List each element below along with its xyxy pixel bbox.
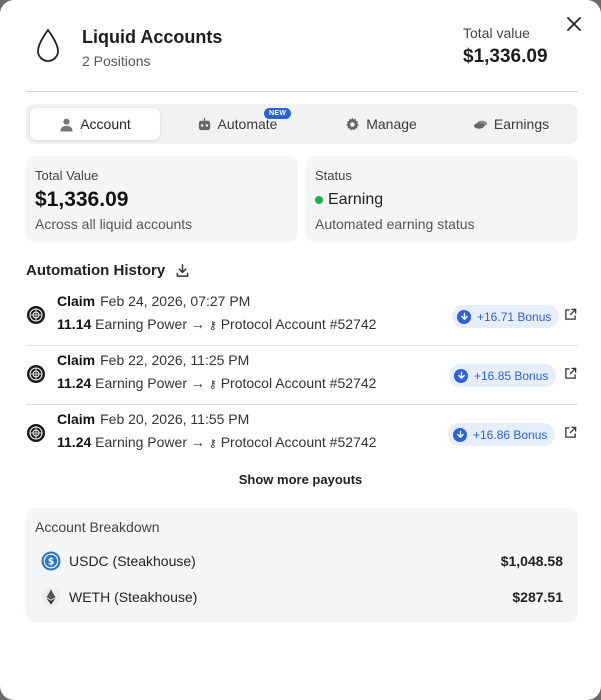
download-icon[interactable]	[175, 263, 190, 278]
section-title: Automation History	[26, 262, 166, 279]
total-value: $1,336.09	[463, 46, 548, 67]
key-icon: ⚷	[208, 320, 217, 332]
timestamp: Feb 20, 2026, 11:55 PM	[100, 411, 250, 427]
user-icon	[60, 118, 73, 132]
gear-icon	[346, 117, 360, 130]
tab-account[interactable]: Account	[30, 108, 160, 140]
action-label: Claim	[57, 293, 96, 309]
tab-label: Earnings	[493, 116, 550, 132]
external-link-icon[interactable]	[564, 426, 577, 439]
automation-history-title: Automation History	[26, 262, 190, 279]
positions-count: 2 Positions	[82, 53, 151, 69]
bonus-badge[interactable]: +16.71 Bonus	[452, 305, 560, 328]
asset-value: $287.51	[512, 589, 563, 605]
history-row-heading: Claim Feb 24, 2026, 07:27 PM	[57, 293, 250, 309]
section-title: Account Breakdown	[35, 519, 160, 535]
show-more-payouts-button[interactable]: Show more payouts	[0, 472, 601, 487]
history-row: Claim Feb 24, 2026, 07:27 PM 11.14 Earnin…	[26, 287, 578, 346]
amount: 11.24	[57, 434, 92, 450]
action-label: Claim	[57, 352, 96, 368]
robot-icon	[198, 117, 210, 130]
amount: 11.24	[57, 375, 92, 391]
history-row-detail: 11.24 Earning Power → ⚷ Protocol Account…	[57, 434, 376, 450]
liquid-accounts-modal: Liquid Accounts 2 Positions Total value …	[0, 0, 601, 700]
timestamp: Feb 24, 2026, 07:27 PM	[100, 293, 251, 309]
eth-icon	[41, 587, 61, 607]
droplet-icon	[37, 28, 59, 62]
timestamp: Feb 22, 2026, 11:25 PM	[100, 352, 250, 368]
history-row-heading: Claim Feb 20, 2026, 11:55 PM	[57, 411, 249, 427]
target-account: Protocol Account #52742	[220, 434, 377, 450]
history-row-detail: 11.14 Earning Power → ⚷ Protocol Account…	[57, 316, 376, 332]
key-icon: ⚷	[208, 438, 217, 450]
bonus-badge[interactable]: +16.86 Bonus	[448, 423, 556, 446]
usdc-icon: $	[41, 551, 61, 571]
target-account: Protocol Account #52742	[220, 316, 377, 332]
card-label: Status	[315, 168, 352, 183]
history-row-detail: 11.24 Earning Power → ⚷ Protocol Account…	[57, 375, 376, 391]
header-divider	[26, 91, 578, 92]
power-label: Earning Power	[95, 316, 187, 332]
key-icon: ⚷	[208, 379, 217, 391]
asset-name: WETH (Steakhouse)	[69, 589, 198, 605]
status-card: Status Earning Automated earning status	[306, 156, 578, 242]
svg-text:$: $	[48, 557, 55, 568]
arrow-icon: →	[190, 375, 205, 391]
power-label: Earning Power	[95, 434, 187, 450]
arrow-icon: →	[190, 434, 205, 450]
page-title: Liquid Accounts	[82, 27, 223, 47]
protocol-icon	[27, 424, 45, 442]
bonus-text: +16.71 Bonus	[477, 309, 552, 324]
tab-bar: Account Automate Manage Earnings	[26, 104, 578, 144]
action-label: Claim	[57, 411, 96, 427]
status-value: Earning	[315, 191, 383, 209]
bonus-text: +16.86 Bonus	[473, 427, 548, 442]
breakdown-item-weth: WETH (Steakhouse) $287.51	[41, 587, 563, 609]
total-value-card: Total Value $1,336.09 Across all liquid …	[26, 156, 298, 242]
protocol-icon	[27, 365, 45, 383]
status-text: Earning	[328, 191, 384, 208]
new-badge: NEW	[264, 108, 292, 119]
amount: 11.14	[57, 316, 92, 332]
card-subtext: Across all liquid accounts	[35, 216, 193, 232]
arrow-down-icon	[454, 368, 468, 383]
external-link-icon[interactable]	[564, 308, 577, 321]
target-account: Protocol Account #52742	[220, 375, 377, 391]
external-link-icon[interactable]	[564, 367, 577, 380]
bonus-badge[interactable]: +16.85 Bonus	[449, 364, 557, 387]
history-row: Claim Feb 20, 2026, 11:55 PM 11.24 Earnin…	[26, 405, 578, 464]
arrow-down-icon	[457, 309, 471, 324]
history-row: Claim Feb 22, 2026, 11:25 PM 11.24 Earnin…	[26, 346, 578, 405]
account-breakdown: Account Breakdown $ USDC (Steakhouse) $1…	[26, 508, 578, 622]
tab-manage[interactable]: Manage	[316, 108, 446, 140]
breakdown-item-usdc: $ USDC (Steakhouse) $1,048.58	[41, 551, 563, 573]
coins-icon	[473, 120, 487, 129]
arrow-down-icon	[453, 427, 467, 442]
tab-label: Account	[80, 116, 131, 132]
asset-name: USDC (Steakhouse)	[69, 553, 196, 569]
asset-value: $1,048.58	[500, 553, 563, 569]
tab-earnings[interactable]: Earnings	[446, 108, 576, 140]
arrow-icon: →	[190, 316, 205, 332]
tab-label: Manage	[366, 116, 417, 132]
card-subtext: Automated earning status	[315, 216, 475, 232]
card-label: Total Value	[35, 168, 99, 183]
close-icon[interactable]	[563, 13, 585, 35]
history-row-heading: Claim Feb 22, 2026, 11:25 PM	[57, 352, 249, 368]
protocol-icon	[27, 306, 45, 324]
bonus-text: +16.85 Bonus	[474, 368, 549, 383]
card-value: $1,336.09	[35, 188, 129, 211]
status-dot	[315, 196, 323, 204]
total-value-label: Total value	[463, 25, 530, 41]
power-label: Earning Power	[95, 375, 187, 391]
